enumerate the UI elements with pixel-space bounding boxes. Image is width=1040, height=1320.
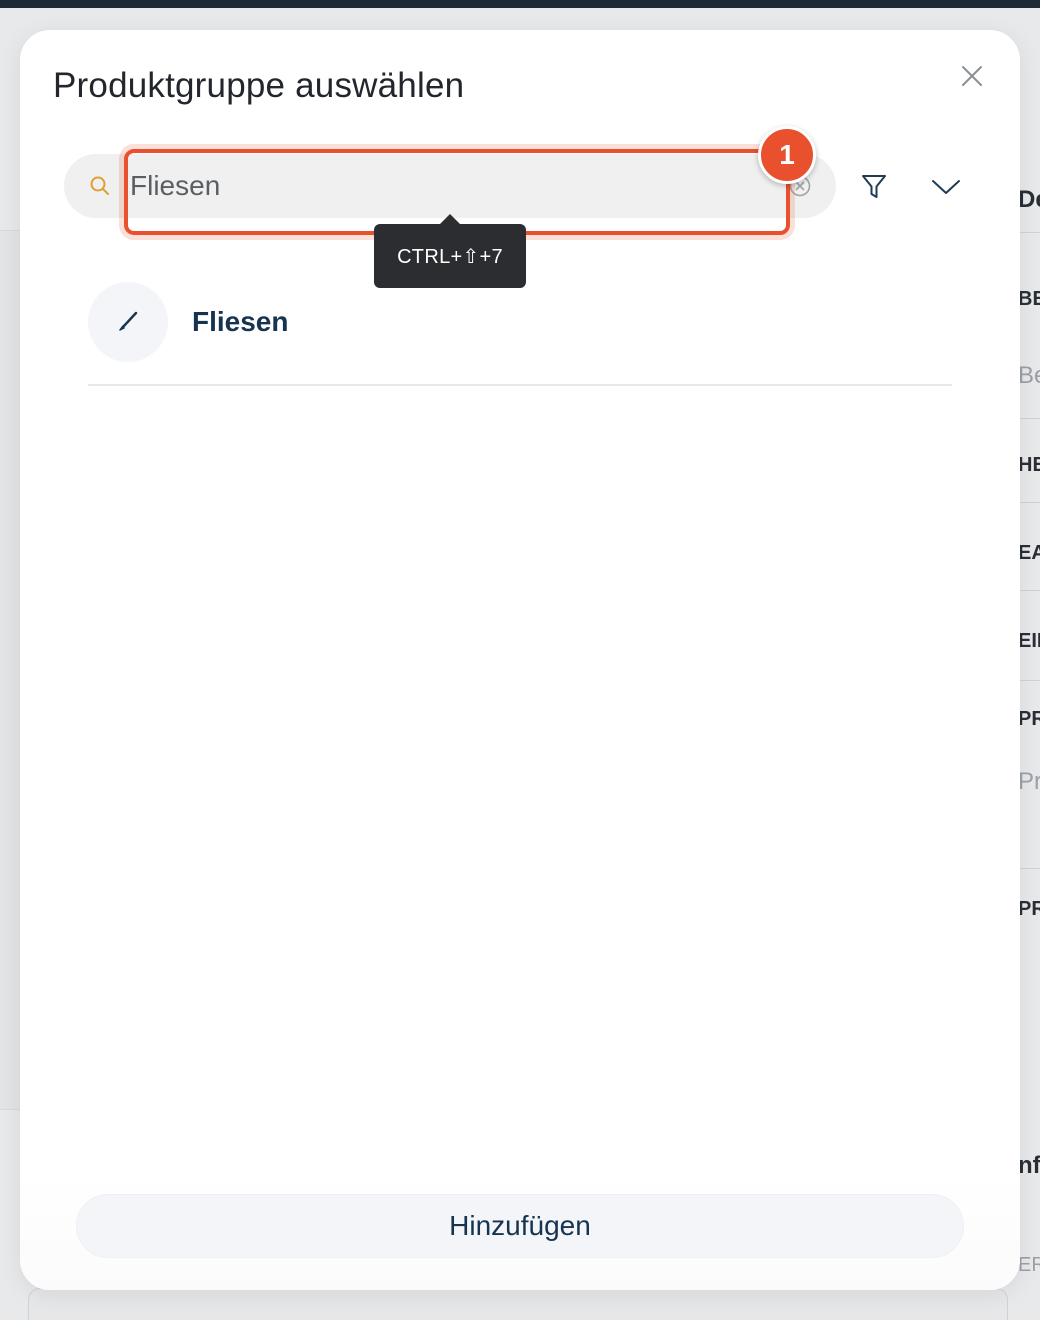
background-label: EIN <box>1018 630 1040 652</box>
app-topbar <box>0 0 1040 8</box>
divider <box>1018 680 1040 681</box>
filter-icon <box>862 175 886 198</box>
background-label: EA <box>1018 542 1040 564</box>
divider <box>1018 868 1040 869</box>
background-label: BE <box>1018 288 1040 310</box>
divider <box>1018 590 1040 591</box>
brush-icon <box>119 311 138 331</box>
search-bar <box>64 154 836 218</box>
filter-button[interactable] <box>860 172 888 202</box>
divider <box>1018 418 1040 419</box>
background-label: ER <box>1018 1254 1040 1276</box>
background-label: HE <box>1018 454 1040 476</box>
background-label: Pr <box>1018 768 1040 795</box>
background-label: Be <box>1018 362 1040 389</box>
result-item[interactable]: Fliesen <box>88 278 952 386</box>
background-label: PR <box>1018 708 1040 730</box>
divider <box>1018 232 1040 233</box>
background-label: De <box>1018 186 1040 213</box>
background-label: PR <box>1018 898 1040 920</box>
close-button[interactable] <box>956 60 988 92</box>
dialog-title: Produktgruppe auswählen <box>53 66 465 105</box>
result-label: Fliesen <box>192 306 289 337</box>
product-group-dialog: Produktgruppe auswählen 1 CTRL+⇧+7 <box>20 30 1020 1290</box>
background-form-column: De BE Be HE EA EIN PR Pr PR nf ER <box>1018 8 1040 1320</box>
search-input[interactable] <box>130 162 780 210</box>
step-badge: 1 <box>758 126 816 184</box>
background-label: nf <box>1018 1152 1040 1179</box>
result-icon <box>88 282 168 362</box>
expand-button[interactable] <box>930 176 962 198</box>
divider <box>1018 502 1040 503</box>
chevron-down-icon <box>932 180 960 194</box>
add-button[interactable]: Hinzufügen <box>76 1194 964 1258</box>
background-bottom-panel <box>28 1288 1008 1320</box>
search-icon <box>90 176 109 195</box>
close-icon <box>962 66 982 86</box>
